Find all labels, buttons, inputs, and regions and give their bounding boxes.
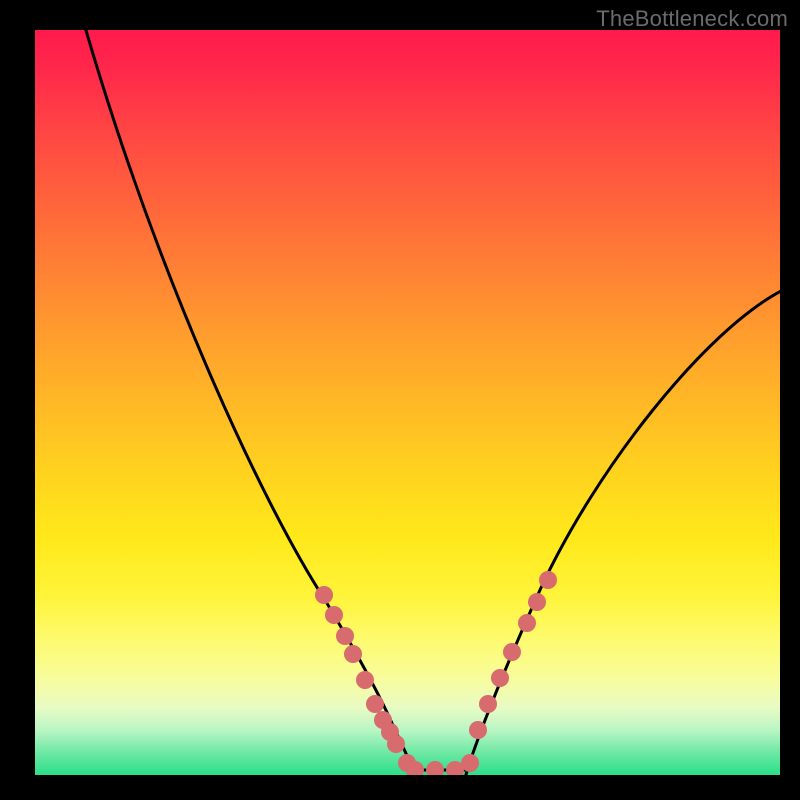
- curve-dot: [469, 721, 487, 739]
- curve-dot: [387, 735, 405, 753]
- curve-dot: [528, 593, 546, 611]
- curve-dot: [344, 645, 362, 663]
- curve-dot: [539, 571, 557, 589]
- curve-dot: [491, 669, 509, 687]
- right-curve: [465, 290, 780, 775]
- curve-dot: [356, 671, 374, 689]
- chart-frame: TheBottleneck.com: [0, 0, 800, 800]
- plot-area: [35, 30, 780, 775]
- curve-dot: [461, 754, 479, 772]
- left-curve: [83, 30, 417, 775]
- watermark-text: TheBottleneck.com: [596, 6, 788, 32]
- curve-layer: [35, 30, 780, 775]
- curve-dot: [426, 761, 444, 775]
- curve-dot: [336, 627, 354, 645]
- curve-dot: [503, 643, 521, 661]
- curve-dot: [479, 695, 497, 713]
- curve-dot: [406, 761, 424, 775]
- curve-dot: [518, 614, 536, 632]
- curve-dot: [315, 586, 333, 604]
- curve-dot: [325, 606, 343, 624]
